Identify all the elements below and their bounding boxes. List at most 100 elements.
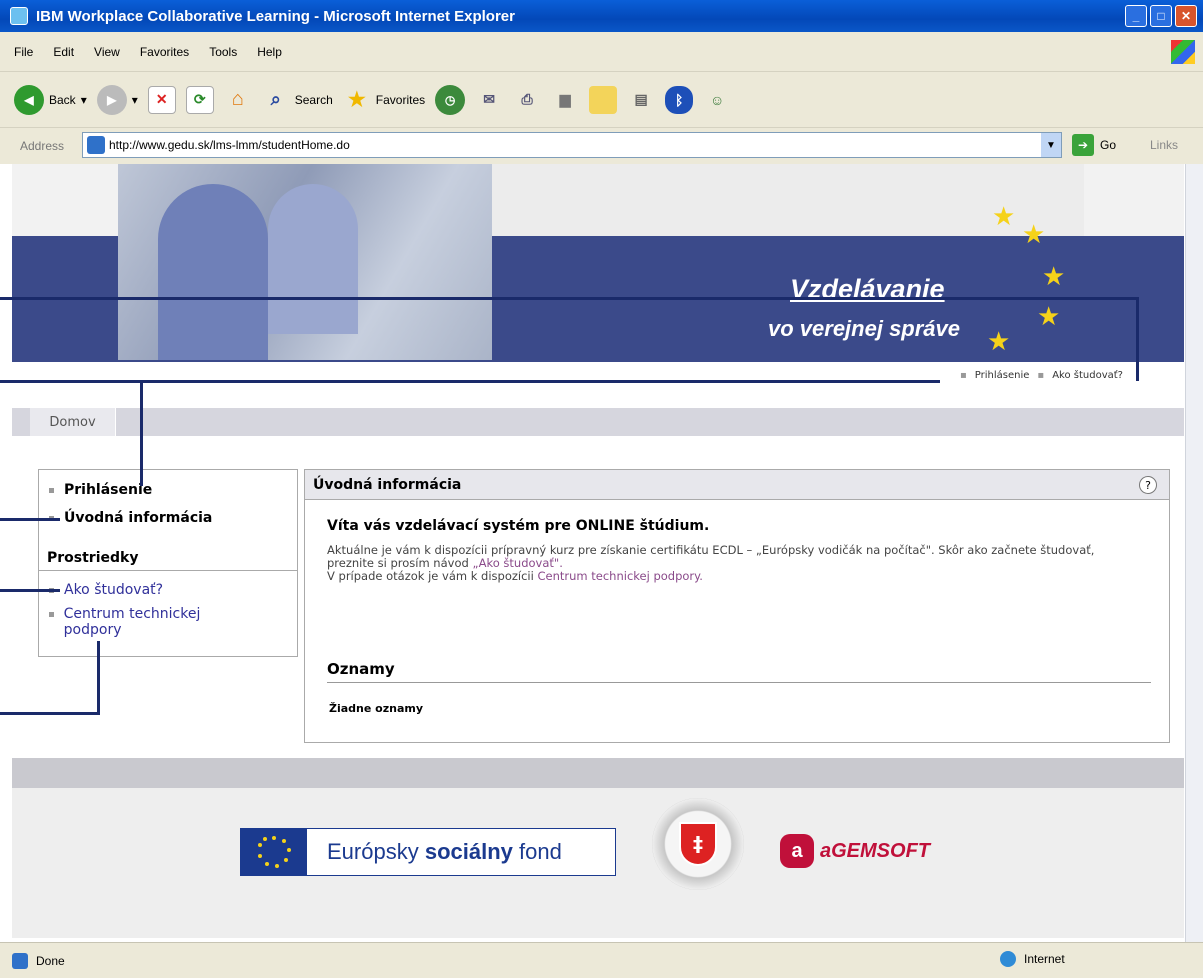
toolbar: ◀ Back ▾ ▶ ▾ ✕ ⟳ ⌂ ⌕ Search ★ Favorites … [0, 72, 1203, 128]
search-button[interactable]: ⌕ Search [262, 86, 333, 114]
chevron-down-icon[interactable]: ▼ [1041, 133, 1061, 157]
favorites-button[interactable]: ★ Favorites [343, 86, 425, 114]
top-link-login[interactable]: Prihlásenie [975, 370, 1030, 381]
panel-header: Úvodná informácia ? [305, 470, 1169, 500]
help-icon[interactable]: ? [1139, 476, 1157, 494]
dropdown-icon[interactable]: ▾ [132, 93, 138, 107]
messenger-icon[interactable]: ☺ [703, 86, 731, 114]
url-field[interactable]: http://www.gedu.sk/lms-lmm/studentHome.d… [82, 132, 1062, 158]
bullet-icon [49, 612, 54, 617]
research-icon[interactable]: ▤ [627, 86, 655, 114]
eu-flag-icon [241, 829, 307, 875]
window-controls: _ □ ✕ [1125, 5, 1197, 27]
agemsoft-text: aGEMSOFT [820, 839, 931, 862]
go-arrow-icon: ➔ [1072, 134, 1094, 156]
edit-icon[interactable]: ▆ [551, 86, 579, 114]
slovak-coat-of-arms-icon: ‡ [679, 822, 717, 866]
menu-tools[interactable]: Tools [209, 45, 237, 59]
support-link[interactable]: Centrum technickej podpory. [537, 569, 702, 583]
sidebar: Prihlásenie Úvodná informácia Prostriedk… [38, 469, 298, 657]
menu-file[interactable]: File [14, 45, 33, 59]
intro-paragraph: Aktuálne je vám k dispozícii prípravný k… [327, 543, 1095, 570]
sidebar-item-label: Ako študovať? [64, 582, 164, 598]
announcements-title: Oznamy [327, 660, 1151, 683]
maximize-icon[interactable]: □ [1150, 5, 1172, 27]
forward-button[interactable]: ▶ ▾ [96, 84, 138, 115]
person-figure [158, 184, 268, 360]
close-icon[interactable]: ✕ [1175, 5, 1197, 27]
esf-text: Európsky sociálny fond [327, 839, 562, 865]
bullet-icon: ▪ [1037, 370, 1045, 381]
panel-title: Úvodná informácia [313, 476, 462, 493]
banner-photo [118, 164, 492, 360]
dropdown-icon[interactable]: ▾ [81, 93, 87, 107]
sidebar-item-howto[interactable]: Ako študovať? [49, 582, 163, 598]
menu-bar: File Edit View Favorites Tools Help [0, 32, 1203, 72]
home-icon[interactable]: ⌂ [224, 86, 252, 114]
search-label: Search [294, 92, 333, 107]
star-icon: ★ [347, 89, 366, 111]
menu-edit[interactable]: Edit [53, 45, 74, 59]
page-icon [12, 952, 28, 969]
discuss-icon[interactable] [589, 85, 618, 114]
eu-star-icon: ★ [1022, 220, 1046, 250]
go-button[interactable]: ➔ Go [1072, 134, 1116, 156]
callout-line [0, 712, 100, 715]
window-title: IBM Workplace Collaborative Learning - M… [36, 7, 515, 25]
vertical-scrollbar[interactable] [1185, 164, 1203, 942]
back-arrow-icon: ◀ [14, 84, 44, 115]
back-button[interactable]: ◀ Back ▾ [14, 84, 87, 115]
sidebar-item-label: Centrum technickej podpory [63, 606, 201, 638]
mail-icon[interactable]: ✉ [475, 86, 503, 114]
security-zone: Internet [1000, 951, 1065, 967]
header-banner: ★ ★ ★ ★ ★ Vzdelávanie vo verejnej správe [12, 164, 1184, 362]
support-paragraph: V prípade otázok je vám k dispozícii [327, 569, 538, 583]
menu-help[interactable]: Help [257, 45, 282, 59]
ministry-seal: ‡ [652, 798, 744, 890]
status-text: Done [36, 953, 65, 968]
zone-label: Internet [1024, 952, 1065, 966]
callout-line [97, 641, 100, 715]
forward-arrow-icon: ▶ [96, 84, 127, 115]
windows-logo-icon [1171, 40, 1195, 64]
howto-link[interactable]: „Ako študovať". [472, 556, 562, 570]
sidebar-item-support[interactable]: Centrum technickej podpory [49, 606, 249, 638]
back-label: Back [49, 92, 76, 107]
bullet-icon [49, 487, 54, 493]
sidebar-item-intro[interactable]: Úvodná informácia [49, 510, 212, 526]
tab-domov[interactable]: Domov [30, 408, 116, 436]
esf-logo: Európsky sociálny fond [240, 828, 616, 876]
welcome-heading: Víta vás vzdelávací systém pre ONLINE št… [327, 518, 710, 534]
callout-line [0, 518, 60, 521]
callout-line [0, 297, 1138, 300]
page-icon [87, 136, 105, 154]
eu-star-icon: ★ [1042, 262, 1066, 292]
banner-subtitle: vo verejnej správe [768, 316, 961, 341]
eu-star-icon: ★ [1037, 302, 1061, 332]
menu-favorites[interactable]: Favorites [140, 45, 189, 59]
agemsoft-logo: a aGEMSOFT [780, 834, 930, 868]
globe-icon [1000, 951, 1016, 967]
refresh-icon[interactable]: ⟳ [185, 85, 214, 114]
minimize-icon[interactable]: _ [1125, 5, 1147, 27]
sidebar-item-login[interactable]: Prihlásenie [49, 482, 152, 498]
print-icon[interactable]: ⎙ [513, 86, 541, 114]
sidebar-section-title: Prostriedky [39, 545, 297, 571]
top-link-howto[interactable]: Ako študovať? [1052, 370, 1123, 381]
bullet-icon: ▪ [960, 370, 967, 381]
callout-line [0, 589, 60, 592]
window-titlebar: IBM Workplace Collaborative Learning - M… [0, 0, 1203, 32]
url-text: http://www.gedu.sk/lms-lmm/studentHome.d… [109, 138, 350, 152]
announcements-empty: Žiadne oznamy [329, 702, 424, 715]
esf-text-bold: sociálny [424, 839, 513, 864]
history-icon[interactable]: ◷ [435, 84, 466, 115]
stop-icon[interactable]: ✕ [147, 85, 176, 114]
bluetooth-icon[interactable]: ᛒ [665, 85, 694, 114]
links-button[interactable]: Links [1150, 138, 1178, 152]
search-icon: ⌕ [270, 89, 281, 109]
intro-text: Aktuálne je vám k dispozícii prípravný k… [327, 544, 1127, 583]
status-bar: Done Internet [0, 942, 1203, 978]
esf-text-part: fond [512, 839, 562, 864]
eu-star-icon: ★ [992, 202, 1016, 232]
menu-view[interactable]: View [94, 45, 120, 59]
